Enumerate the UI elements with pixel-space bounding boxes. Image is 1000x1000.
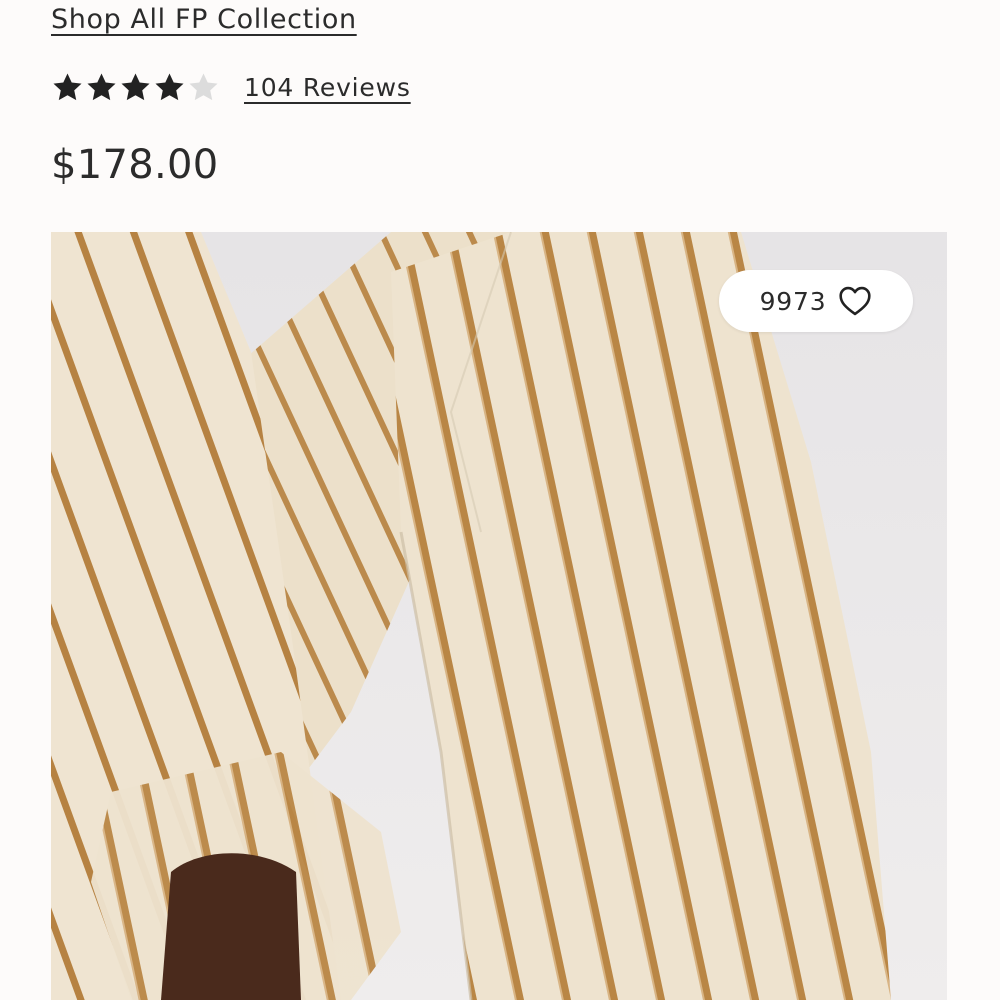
rating-row: 104 Reviews (51, 68, 411, 106)
star-rating (51, 71, 220, 104)
heart-icon (838, 286, 872, 316)
product-image[interactable]: 9973 (51, 232, 947, 1000)
reviews-link[interactable]: 104 Reviews (244, 73, 411, 102)
shop-collection-link[interactable]: Shop All FP Collection (51, 4, 357, 35)
star-icon (119, 71, 152, 104)
star-icon (153, 71, 186, 104)
wishlist-button[interactable]: 9973 (719, 270, 913, 332)
star-icon (51, 71, 84, 104)
star-icon (187, 71, 220, 104)
product-detail-page: Shop All FP Collection 104 Reviews $178.… (0, 0, 1000, 1000)
star-icon (85, 71, 118, 104)
product-price: $178.00 (51, 142, 219, 188)
wishlist-count: 9973 (759, 286, 827, 316)
striped-pants-photo (51, 232, 947, 1000)
